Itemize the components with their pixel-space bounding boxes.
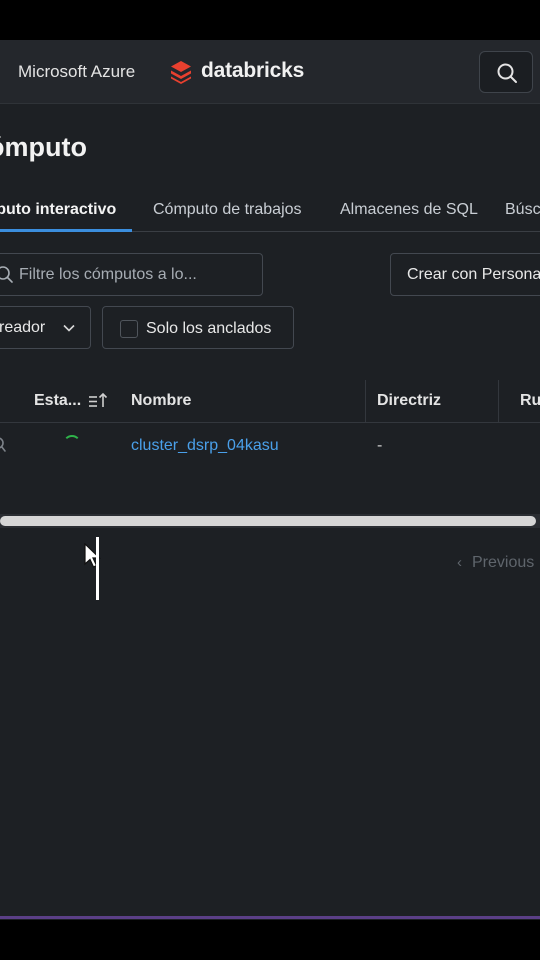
cluster-policy-value: - [377, 437, 383, 454]
pin-icon[interactable] [0, 436, 8, 454]
compute-filter-field[interactable] [0, 253, 263, 296]
column-header-policy[interactable]: Directriz [377, 392, 441, 410]
pinned-only-label: Solo los anclados [146, 320, 272, 337]
compute-filter-input[interactable] [19, 264, 255, 286]
horizontal-scrollbar-thumb[interactable] [0, 516, 536, 526]
global-search-button[interactable] [479, 51, 533, 93]
status-spinner-icon [63, 435, 81, 453]
tab-search[interactable]: Búsc [505, 201, 540, 219]
column-header-status[interactable]: Esta... [34, 392, 81, 410]
create-button-label: Crear con Persona [407, 266, 540, 283]
tab-job-compute[interactable]: Cómputo de trabajos [153, 201, 302, 219]
mouse-pointer-icon [84, 543, 101, 568]
creator-filter-dropdown[interactable]: reador [0, 306, 91, 349]
search-icon [497, 63, 517, 83]
chevron-down-icon [63, 324, 75, 332]
tab-interactive-compute[interactable]: mputo interactivo [0, 201, 116, 219]
cluster-name-link[interactable]: cluster_dsrp_04kasu [131, 437, 279, 455]
text-cursor [96, 537, 99, 600]
table-row: cluster_dsrp_04kasu - [0, 424, 540, 468]
azure-label: Microsoft Azure [18, 62, 136, 81]
pagination-previous-button[interactable]: ‹ Previous [457, 554, 534, 572]
workspace-screen: Microsoft Azure databricks ómputo mputo … [0, 40, 540, 920]
compute-tabs: mputo interactivo Cómputo de trabajos Al… [0, 196, 540, 232]
tab-sql-warehouses[interactable]: Almacenes de SQL [340, 201, 478, 219]
table-header: Esta... Nombre Directriz Ru [0, 380, 540, 423]
column-header-runtime[interactable]: Ru [520, 392, 540, 410]
search-icon [0, 266, 13, 283]
pagination-previous-label: Previous [472, 554, 535, 571]
create-personal-compute-button[interactable]: Crear con Persona [390, 253, 540, 296]
pinned-only-filter[interactable]: Solo los anclados [102, 306, 294, 349]
column-divider[interactable] [365, 380, 366, 423]
active-tab-indicator [0, 229, 132, 232]
column-divider[interactable] [498, 380, 499, 423]
top-bar: Microsoft Azure databricks [0, 40, 540, 104]
databricks-logo-icon [171, 61, 191, 84]
pinned-only-checkbox[interactable] [120, 320, 138, 338]
creator-filter-label: reador [0, 319, 46, 336]
brand-name: databricks [201, 59, 305, 82]
bottom-accent-line [0, 916, 540, 919]
sort-ascending-icon[interactable] [88, 392, 108, 408]
page-title: ómputo [0, 132, 87, 162]
chevron-left-icon: ‹ [457, 554, 462, 571]
column-header-name[interactable]: Nombre [131, 392, 191, 410]
